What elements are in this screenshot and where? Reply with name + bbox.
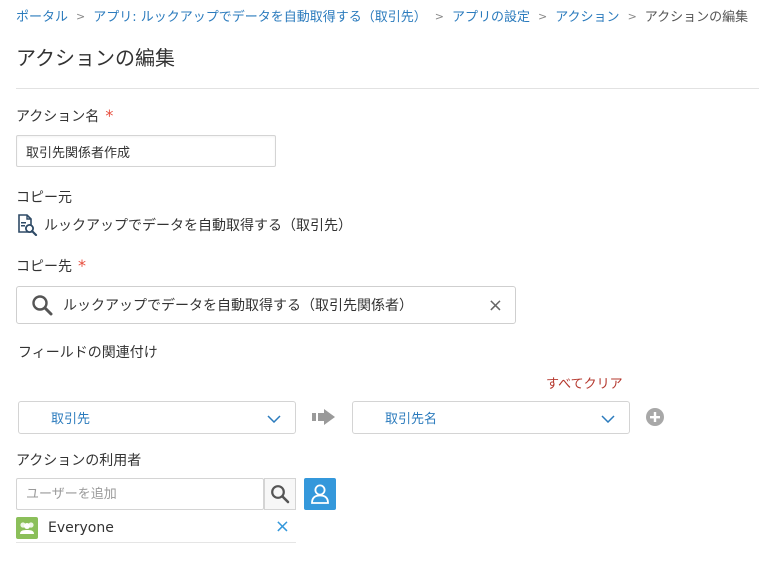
chevron-down-icon bbox=[267, 408, 281, 427]
add-row-icon[interactable] bbox=[645, 407, 665, 431]
breadcrumb-separator: > bbox=[76, 10, 86, 23]
required-mark: * bbox=[78, 256, 86, 275]
breadcrumb-separator: > bbox=[434, 10, 444, 23]
user-entry-everyone: Everyone × bbox=[16, 514, 296, 543]
source-field-select[interactable]: 取引先 bbox=[18, 401, 296, 434]
required-mark: * bbox=[105, 106, 114, 125]
action-users-label: アクションの利用者 bbox=[16, 453, 142, 469]
breadcrumb-portal[interactable]: ポータル bbox=[16, 6, 68, 25]
action-name-label: アクション名 * bbox=[16, 106, 113, 126]
breadcrumb-current: アクションの編集 bbox=[644, 10, 749, 25]
clear-all-link[interactable]: すべてクリア bbox=[546, 373, 623, 392]
search-icon bbox=[31, 294, 53, 316]
search-icon bbox=[270, 484, 290, 504]
copy-dest-label: コピー先 * bbox=[16, 256, 86, 276]
page-title: アクションの編集 bbox=[16, 46, 175, 70]
group-icon bbox=[16, 517, 38, 539]
copy-source-label: コピー元 bbox=[16, 190, 72, 206]
user-entry-name: Everyone bbox=[48, 520, 114, 536]
copy-source-app: ルックアップでデータを自動取得する（取引先） bbox=[16, 214, 352, 236]
source-field-value: 取引先 bbox=[51, 412, 91, 427]
field-mapping-label: フィールドの関連付け bbox=[18, 345, 158, 361]
breadcrumb-app-settings[interactable]: アプリの設定 bbox=[452, 6, 530, 25]
user-icon bbox=[309, 483, 331, 505]
user-search-button[interactable] bbox=[264, 478, 296, 510]
breadcrumb-separator: > bbox=[627, 10, 637, 23]
remove-icon[interactable]: × bbox=[275, 516, 290, 537]
user-search-input[interactable] bbox=[16, 478, 264, 510]
action-name-label-text: アクション名 bbox=[16, 109, 100, 125]
breadcrumb-separator: > bbox=[537, 10, 548, 23]
chevron-down-icon bbox=[601, 408, 615, 427]
app-search-icon bbox=[16, 214, 38, 236]
user-select-button[interactable] bbox=[304, 478, 336, 510]
copy-dest-label-text: コピー先 bbox=[16, 259, 72, 275]
copy-dest-app-name: ルックアップでデータを自動取得する（取引先関係者） bbox=[63, 298, 413, 314]
breadcrumb-app[interactable]: アプリ: ルックアップでデータを自動取得する（取引先） bbox=[93, 6, 427, 25]
clear-icon[interactable]: × bbox=[488, 295, 503, 316]
breadcrumb: ポータル > アプリ: ルックアップでデータを自動取得する（取引先） > アプリ… bbox=[16, 6, 748, 25]
dest-field-select[interactable]: 取引先名 bbox=[352, 401, 630, 434]
action-name-input[interactable] bbox=[16, 135, 276, 167]
copy-dest-selector[interactable]: ルックアップでデータを自動取得する（取引先関係者） × bbox=[16, 286, 516, 324]
divider bbox=[16, 88, 759, 89]
breadcrumb-actions[interactable]: アクション bbox=[555, 6, 619, 25]
dest-field-value: 取引先名 bbox=[385, 412, 438, 427]
arrow-right-icon bbox=[312, 408, 336, 430]
copy-source-app-name: ルックアップでデータを自動取得する（取引先） bbox=[44, 218, 352, 234]
